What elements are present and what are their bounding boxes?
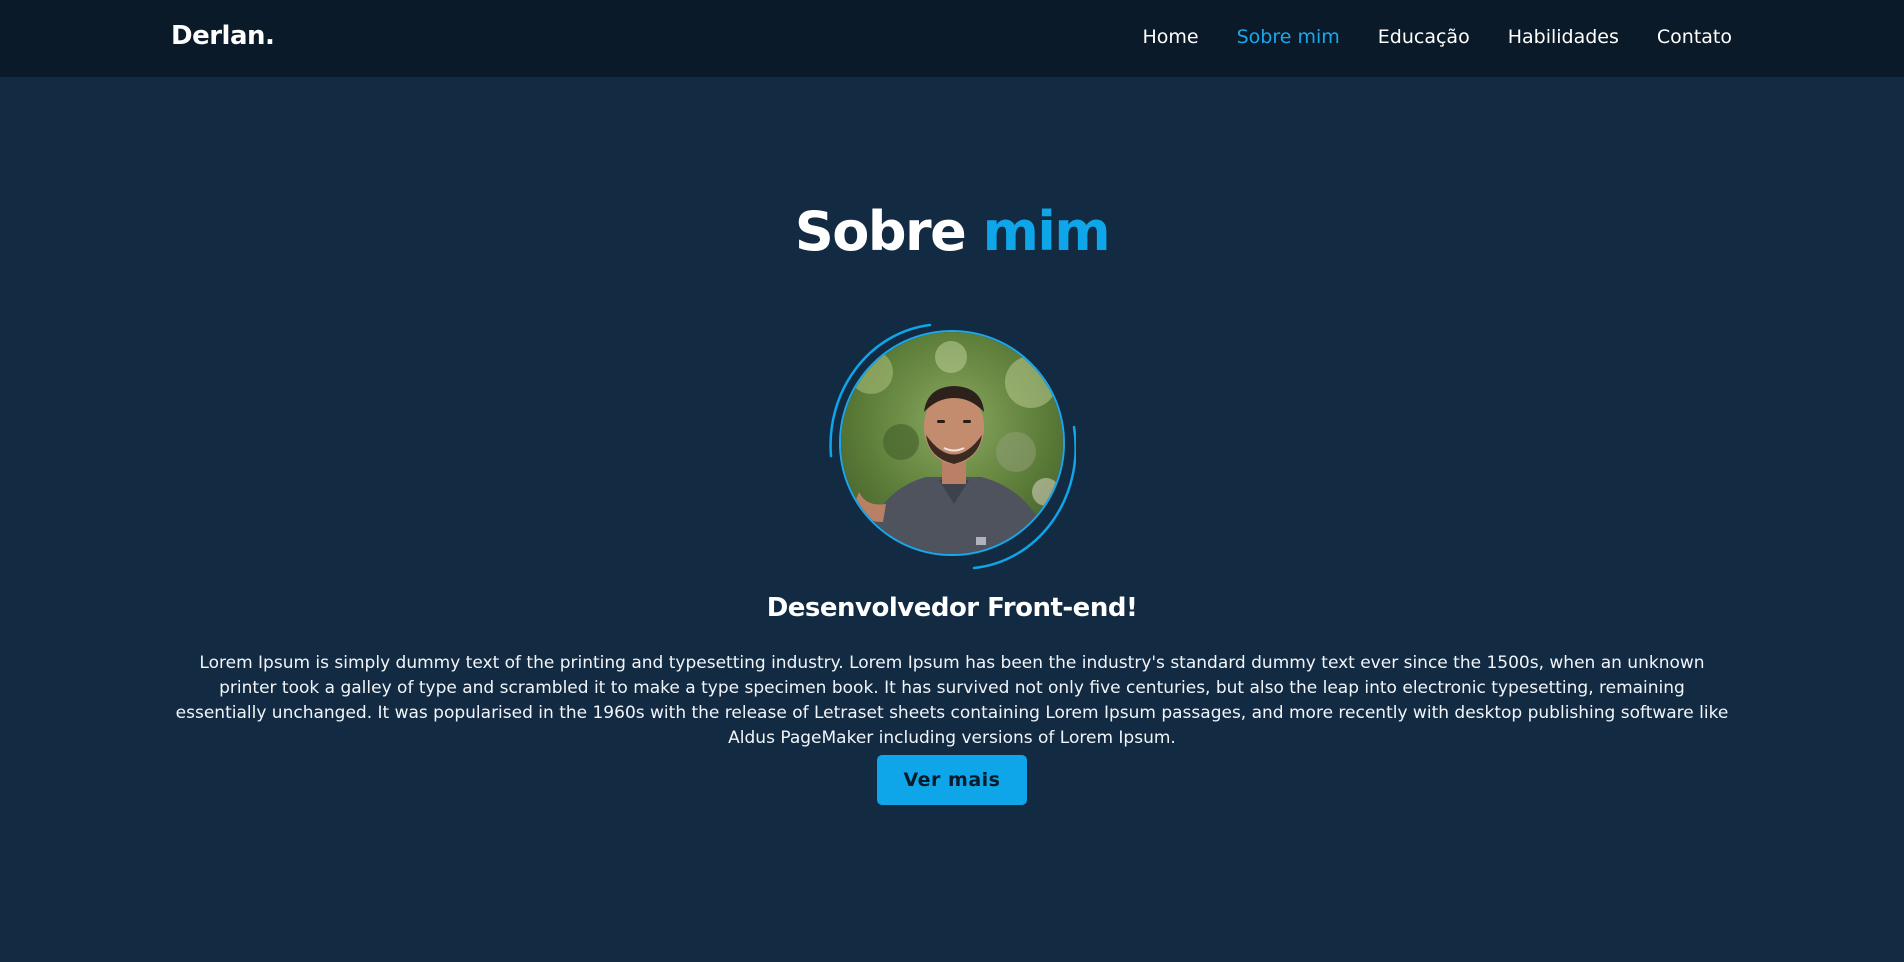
about-description: Lorem Ipsum is simply dummy text of the … xyxy=(175,653,1729,748)
nav-link-habilidades[interactable]: Habilidades xyxy=(1508,26,1619,48)
nav-link-contato[interactable]: Contato xyxy=(1657,26,1732,48)
title-part-1: Sobre xyxy=(794,200,967,263)
title-part-2: mim xyxy=(982,200,1111,263)
section-title: Sobre mim xyxy=(0,200,1904,263)
nav-link-home[interactable]: Home xyxy=(1143,26,1199,48)
logo[interactable]: Derlan. xyxy=(171,21,275,51)
nav-link-sobre-mim[interactable]: Sobre mim xyxy=(1237,26,1340,48)
navbar: Derlan. Home Sobre mim Educação Habilida… xyxy=(0,0,1904,77)
nav-menu: Home Sobre mim Educação Habilidades Cont… xyxy=(1143,26,1733,48)
subtitle: Desenvolvedor Front-end! xyxy=(766,593,1138,623)
profile-photo-image xyxy=(841,332,1063,554)
ver-mais-button[interactable]: Ver mais xyxy=(877,755,1027,805)
profile-photo xyxy=(839,330,1065,556)
profile-photo-frame xyxy=(826,322,1076,572)
nav-link-educacao[interactable]: Educação xyxy=(1378,26,1470,48)
